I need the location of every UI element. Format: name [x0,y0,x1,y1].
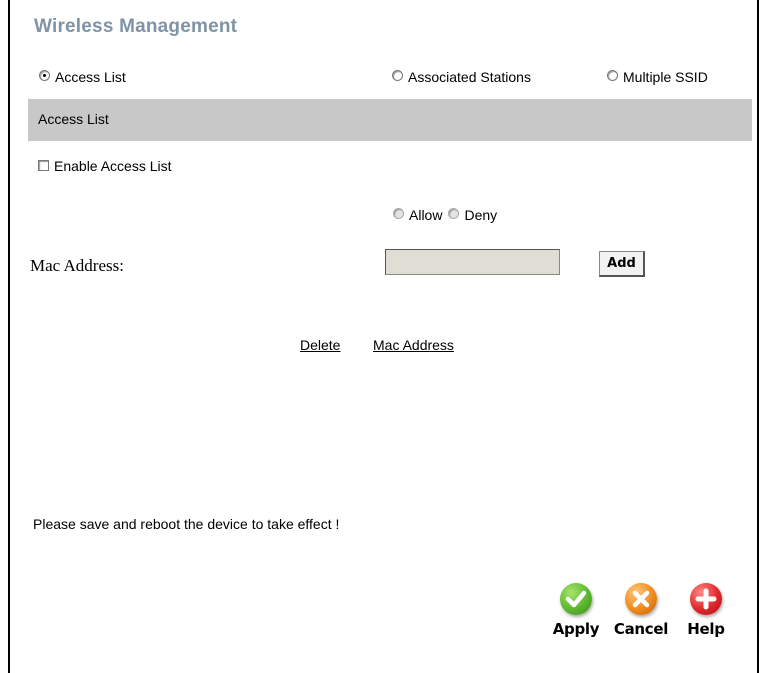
x-icon [625,583,657,615]
cancel-label: Cancel [613,620,669,638]
tab-access-list-label: Access List [55,69,126,85]
help-label: Help [687,620,725,638]
enable-access-list-label: Enable Access List [54,158,172,174]
tab-multiple-ssid[interactable]: Multiple SSID [607,69,708,85]
deny-radio[interactable] [448,208,460,219]
page-title: Wireless Management [34,16,238,37]
reboot-notice: Please save and reboot the device to tak… [33,516,340,532]
tab-access-list[interactable]: Access List [39,69,126,85]
policy-options: Allow Deny [393,207,497,223]
multiple-ssid-radio[interactable] [607,70,618,81]
plus-icon [690,583,722,615]
enable-access-list-row[interactable]: Enable Access List [38,158,172,174]
access-list-radio[interactable] [39,70,50,81]
tab-multiple-ssid-label: Multiple SSID [623,69,708,85]
check-icon [560,583,592,615]
allow-radio[interactable] [393,208,404,219]
page-frame: Wireless Management Access List Associat… [8,0,759,673]
enable-access-list-checkbox[interactable] [38,160,49,171]
allow-label: Allow [409,207,443,223]
add-button[interactable]: Add [599,251,645,277]
mac-address-input[interactable] [385,249,560,275]
cancel-button[interactable]: Cancel [613,583,669,638]
section-header: Access List [28,99,752,141]
section-title: Access List [38,111,109,127]
mac-address-label: Mac Address: [30,256,124,275]
column-header-delete[interactable]: Delete [300,337,340,353]
help-button[interactable]: Help [682,583,730,638]
tab-associated-stations[interactable]: Associated Stations [392,69,531,85]
column-header-mac-address[interactable]: Mac Address [373,337,454,353]
tab-associated-stations-label: Associated Stations [408,69,531,85]
apply-button[interactable]: Apply [548,583,604,638]
apply-label: Apply [552,620,600,638]
associated-stations-radio[interactable] [392,70,403,81]
deny-label: Deny [464,207,498,223]
